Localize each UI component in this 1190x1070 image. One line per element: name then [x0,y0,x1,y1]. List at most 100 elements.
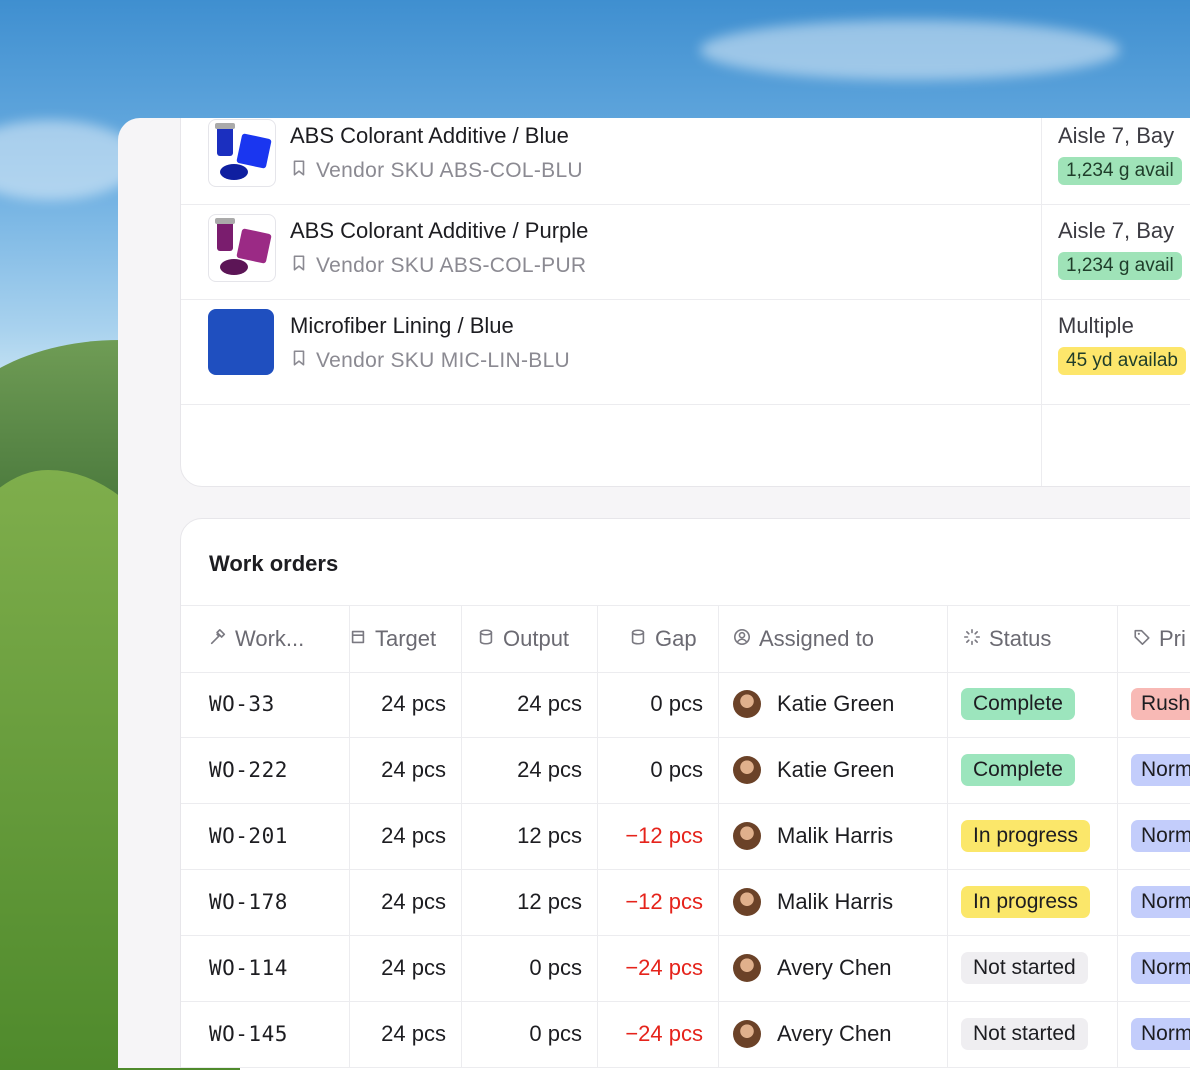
priority-cell[interactable]: Rush [1131,671,1190,737]
status-cell[interactable]: In progress [961,869,1091,935]
priority-cell[interactable]: Norm [1131,869,1190,935]
avatar [733,954,761,982]
assignee[interactable]: Katie Green [733,671,894,737]
assignee[interactable]: Malik Harris [733,803,893,869]
product-location: Aisle 7, Bay [1058,123,1175,148]
table-header: Work... Target Output Gap Assigned to Status P… [181,605,1190,673]
loader-icon [963,626,981,652]
work-order-id[interactable]: WO-178 [209,869,288,935]
target-qty: 24 pcs [381,691,446,716]
bookmark-icon [290,254,308,278]
status-cell[interactable]: Not started [961,1001,1088,1067]
assignee[interactable]: Avery Chen [733,1001,892,1067]
gap-qty: −12 pcs [625,823,703,848]
work-order-id[interactable]: WO-145 [209,1001,288,1067]
column-header-pri[interactable]: Pri [1133,606,1186,672]
table-row[interactable]: WO-114 24 pcs 0 pcs −24 pcs Avery Chen N… [181,935,1190,1002]
table-row[interactable]: WO-33 24 pcs 24 pcs 0 pcs Katie Green Co… [181,671,1190,738]
bookmark-icon [290,159,308,183]
priority-badge: Norm [1131,1018,1190,1050]
priority-cell[interactable]: Norm [1131,803,1190,869]
product-name[interactable]: Microfiber Lining / Blue [290,313,514,339]
product-location: Aisle 7, Bay [1058,218,1175,243]
app-window: ABS Colorant Additive / Blue Vendor SKU … [118,118,1190,1068]
gap-qty: −24 pcs [625,955,703,980]
priority-badge: Norm [1131,886,1190,918]
tag-icon [1133,626,1151,652]
output-qty: 0 pcs [529,955,582,980]
table-row[interactable]: WO-178 24 pcs 12 pcs −12 pcs Malik Harri… [181,869,1190,936]
priority-badge: Norm [1131,952,1190,984]
product-name[interactable]: ABS Colorant Additive / Purple [290,218,588,244]
status-cell[interactable]: Not started [961,935,1088,1001]
availability-badge: 1,234 g avail [1058,157,1182,185]
work-orders-card: Work orders Work... Target Output Gap Assign… [180,518,1190,1068]
output-qty: 12 pcs [517,889,582,914]
column-header-output[interactable]: Output [477,606,569,672]
status-badge: Not started [961,952,1088,984]
column-header-target[interactable]: Target [349,606,436,672]
product-thumbnail [208,309,274,375]
hammer-icon [209,626,227,652]
target-qty: 24 pcs [381,757,446,782]
target-qty: 24 pcs [381,1021,446,1046]
product-row[interactable]: Microfiber Lining / Blue Vendor SKU MIC-… [181,299,1190,405]
output-qty: 24 pcs [517,691,582,716]
priority-badge: Rush [1131,688,1190,720]
gap-qty: −12 pcs [625,889,703,914]
product-name[interactable]: ABS Colorant Additive / Blue [290,123,569,149]
priority-badge: Norm [1131,754,1190,786]
target-qty: 24 pcs [381,823,446,848]
products-card: ABS Colorant Additive / Blue Vendor SKU … [180,118,1190,487]
assignee[interactable]: Avery Chen [733,935,892,1001]
priority-cell[interactable]: Norm [1131,935,1190,1001]
work-order-id[interactable]: WO-201 [209,803,288,869]
gap-qty: −24 pcs [625,1021,703,1046]
status-cell[interactable]: Complete [961,737,1075,803]
status-cell[interactable]: Complete [961,671,1075,737]
table-row[interactable]: WO-201 24 pcs 12 pcs −12 pcs Malik Harri… [181,803,1190,870]
column-header-assignedto[interactable]: Assigned to [733,606,874,672]
cylinder-icon [629,626,647,652]
vendor-sku: Vendor SKU ABS-COL-PUR [290,254,586,278]
avatar [733,822,761,850]
table-row[interactable]: WO-222 24 pcs 24 pcs 0 pcs Katie Green C… [181,737,1190,804]
assignee[interactable]: Malik Harris [733,869,893,935]
availability-badge: 1,234 g avail [1058,252,1182,280]
vendor-sku: Vendor SKU ABS-COL-BLU [290,159,583,183]
column-header-work[interactable]: Work... [209,606,304,672]
work-order-id[interactable]: WO-33 [209,671,275,737]
work-order-id[interactable]: WO-114 [209,935,288,1001]
status-badge: Not started [961,1018,1088,1050]
availability-badge: 45 yd availab [1058,347,1186,375]
product-location: Multiple [1058,313,1134,338]
output-qty: 0 pcs [529,1021,582,1046]
user-circle-icon [733,626,751,652]
avatar [733,1020,761,1048]
product-thumbnail [208,214,276,282]
work-order-id[interactable]: WO-222 [209,737,288,803]
status-cell[interactable]: In progress [961,803,1091,869]
priority-cell[interactable]: Norm [1131,737,1190,803]
work-orders-title: Work orders [209,551,339,576]
gap-qty: 0 pcs [650,691,703,716]
column-header-gap[interactable]: Gap [629,606,697,672]
avatar [733,756,761,784]
avatar [733,690,761,718]
product-row[interactable]: ABS Colorant Additive / Purple Vendor SK… [181,204,1190,300]
assignee[interactable]: Katie Green [733,737,894,803]
status-badge: In progress [961,820,1091,852]
column-header-status[interactable]: Status [963,606,1051,672]
bookmark-icon [290,349,308,373]
target-qty: 24 pcs [381,889,446,914]
avatar [733,888,761,916]
cylinder-icon [477,626,495,652]
product-row[interactable]: ABS Colorant Additive / Blue Vendor SKU … [181,118,1190,205]
status-badge: Complete [961,754,1075,786]
vendor-sku: Vendor SKU MIC-LIN-BLU [290,349,570,373]
priority-cell[interactable]: Norm [1131,1001,1190,1067]
status-badge: In progress [961,886,1091,918]
priority-badge: Norm [1131,820,1190,852]
table-row[interactable]: WO-145 24 pcs 0 pcs −24 pcs Avery Chen N… [181,1001,1190,1068]
target-qty: 24 pcs [381,955,446,980]
